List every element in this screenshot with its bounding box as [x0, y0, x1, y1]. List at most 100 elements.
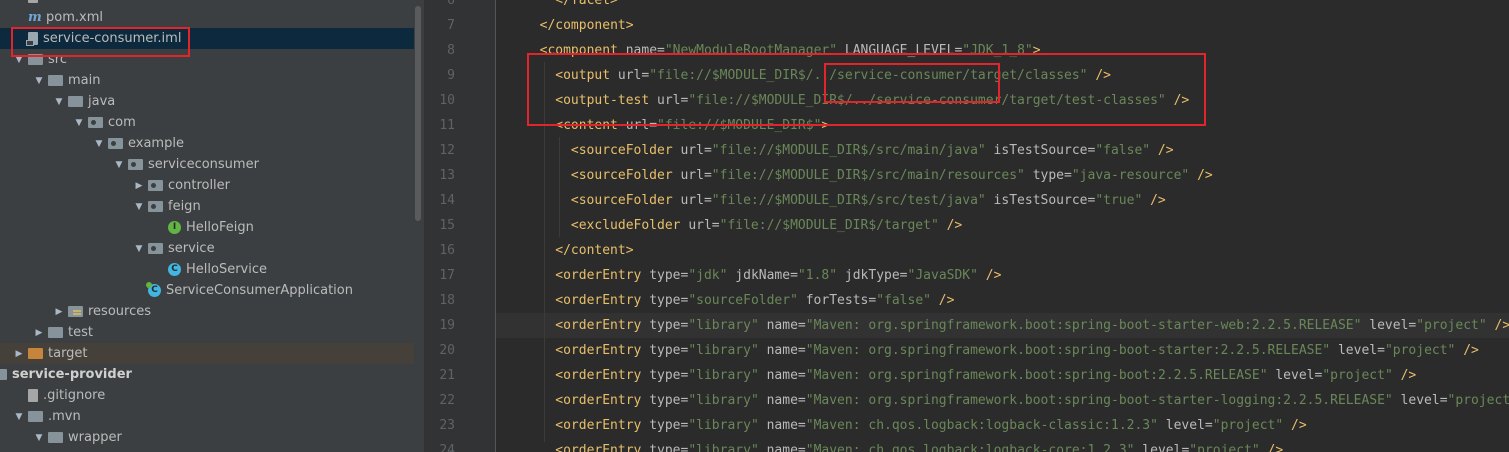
xml-tag-token: /> [1189, 168, 1213, 183]
code-line[interactable]: <output-test url="file://$MODULE_DIR$/..… [496, 88, 1509, 113]
tree-item[interactable]: ▶ test [0, 322, 414, 343]
tree-item[interactable]: ▶CHelloService [0, 259, 414, 280]
expand-arrow-icon[interactable]: ▶ [14, 343, 24, 364]
tree-item[interactable]: ▼ feign [0, 196, 414, 217]
code-line[interactable]: <orderEntry type="library" name="Maven: … [496, 338, 1509, 363]
xml-attribute-token: type= [649, 268, 689, 283]
xml-attribute-token: url= [657, 93, 689, 108]
xml-attribute-token: url= [680, 143, 712, 158]
xml-value-token: "NewModuleRootManager" [664, 43, 838, 58]
xml-tag-token: <output-test [555, 93, 658, 108]
xml-attribute-token: type= [649, 368, 689, 383]
code-line[interactable]: <orderEntry type="library" name="Maven: … [496, 313, 1509, 338]
project-tree-panel[interactable]: ▶mvnw.cmd▶mpom.xml▶service-consumer.iml▼… [0, 0, 425, 452]
code-line[interactable]: <orderEntry type="library" name="Maven: … [496, 388, 1509, 413]
xml-tag-token: </facet> [555, 0, 618, 8]
xml-tag-token: /> [1455, 343, 1479, 358]
xml-attribute-token: name= [758, 393, 806, 408]
collapse-arrow-icon[interactable]: ▼ [74, 112, 84, 133]
tree-item[interactable]: ▶ target [0, 343, 414, 364]
tree-item[interactable]: ▼ service [0, 238, 414, 259]
tree-item[interactable]: ▼ example [0, 133, 414, 154]
collapse-arrow-icon[interactable]: ▼ [134, 196, 144, 217]
xml-tag-token: /> [1087, 68, 1111, 83]
code-line[interactable]: <sourceFolder url="file://$MODULE_DIR$/s… [496, 138, 1509, 163]
code-editor[interactable]: 6 7 8 9 10 11 12 13 14 15 16 17 18 19 20 21 22 23 24 </fac… [425, 0, 1509, 452]
code-line[interactable]: </component> [496, 13, 1509, 38]
collapse-arrow-icon[interactable]: ▼ [14, 406, 24, 427]
collapse-arrow-icon[interactable]: ▼ [114, 154, 124, 175]
xml-value-token: "JDK_1_8" [962, 43, 1033, 58]
tree-item[interactable]: ▶ resources [0, 301, 414, 322]
xml-value-token: "JavaSDK" [907, 268, 978, 283]
code-line[interactable]: <orderEntry type="jdk" jdkName="1.8" jdk… [496, 263, 1509, 288]
expand-arrow-icon[interactable]: ▶ [54, 301, 64, 322]
xml-attribute-token: jdkType= [837, 268, 908, 283]
code-line[interactable]: <content url="file://$MODULE_DIR$"> [496, 113, 1509, 138]
tree-item[interactable]: ▼ src [0, 49, 414, 70]
tree-item-label: pom.xml [46, 10, 103, 25]
tree-item-label: service [168, 241, 215, 256]
folder-icon [48, 432, 63, 443]
tree-item[interactable]: ▶CServiceConsumerApplication [0, 280, 414, 301]
tree-item[interactable]: ▼ serviceconsumer [0, 154, 414, 175]
scrollbar-thumb[interactable] [415, 6, 421, 221]
tree-item[interactable]: ▼ wrapper [0, 427, 414, 448]
tree-item[interactable]: ▼ com [0, 112, 414, 133]
line-number: 21 [439, 368, 455, 383]
folder-icon [28, 411, 43, 422]
code-line[interactable]: <sourceFolder url="file://$MODULE_DIR$/s… [496, 188, 1509, 213]
line-number: 19 [439, 318, 455, 333]
tree-item[interactable]: ▶mvnw.cmd [0, 0, 414, 7]
xml-value-token: "false" [876, 293, 931, 308]
code-line[interactable]: <orderEntry type="library" name="Maven: … [496, 363, 1509, 388]
project-tree-scrollbar[interactable] [414, 0, 422, 452]
code-line[interactable]: <orderEntry type="library" name="Maven: … [496, 413, 1509, 438]
code-line[interactable]: <sourceFolder url="file://$MODULE_DIR$/s… [496, 163, 1509, 188]
xml-value-token: "file://$MODULE_DIR$/target" [719, 218, 939, 233]
xml-value-token: "library" [688, 318, 759, 333]
xml-attribute-token: type= [649, 318, 689, 333]
xml-tag-token: <orderEntry [555, 318, 650, 333]
tree-item[interactable]: ▶IHelloFeign [0, 217, 414, 238]
tree-item[interactable]: ▼ .mvn [0, 406, 414, 427]
xml-attribute-token: name= [758, 318, 806, 333]
xml-attribute-token: level= [1330, 343, 1385, 358]
xml-value-token: "file://$MODULE_DIR$/../service-consumer… [649, 68, 1088, 83]
xml-tag-token: > [1032, 43, 1041, 58]
collapse-arrow-icon[interactable]: ▼ [34, 70, 44, 91]
expand-arrow-icon[interactable]: ▶ [34, 322, 44, 343]
tree-item[interactable]: ▶mpom.xml [0, 7, 414, 28]
xml-attribute-token: jdkName= [727, 268, 798, 283]
code-line[interactable]: <orderEntry type="sourceFolder" forTests… [496, 288, 1509, 313]
xml-value-token: "true" [1095, 193, 1143, 208]
code-line[interactable]: <output url="file://$MODULE_DIR$/../serv… [496, 63, 1509, 88]
collapse-arrow-icon[interactable]: ▼ [134, 238, 144, 259]
collapse-arrow-icon[interactable]: ▼ [94, 133, 104, 154]
collapse-arrow-icon[interactable]: ▼ [14, 49, 24, 70]
tree-item[interactable]: ▶ controller [0, 175, 414, 196]
code-line[interactable]: <component name="NewModuleRootManager" L… [496, 38, 1509, 63]
expand-arrow-icon[interactable]: ▶ [134, 175, 144, 196]
tree-item[interactable]: service-provider [0, 364, 414, 385]
xml-value-token: "library" [688, 443, 759, 452]
tree-item[interactable]: ▼ main [0, 70, 414, 91]
code-line[interactable]: <orderEntry type="library" name="Maven: … [496, 438, 1509, 452]
line-number-gutter: 6 7 8 9 10 11 12 13 14 15 16 17 18 19 20 21 22 23 24 [425, 0, 495, 452]
collapse-arrow-icon[interactable]: ▼ [34, 427, 44, 448]
tree-item-label: mvnw.cmd [43, 0, 113, 4]
package-icon [148, 243, 163, 254]
code-line[interactable]: </facet> [496, 0, 1509, 13]
code-line[interactable]: </content> [496, 238, 1509, 263]
tree-item-label: .gitignore [43, 388, 106, 403]
code-line[interactable]: <excludeFolder url="file://$MODULE_DIR$/… [496, 213, 1509, 238]
xml-attribute-token: name= [758, 343, 806, 358]
xml-value-token: "library" [688, 343, 759, 358]
tree-item[interactable]: ▶.gitignore [0, 385, 414, 406]
tree-item[interactable]: ▼ java [0, 91, 414, 112]
xml-value-token: "file://$MODULE_DIR$/src/main/java" [711, 143, 986, 158]
source-folder-icon [68, 96, 83, 107]
xml-tag-token: <sourceFolder [570, 168, 681, 183]
tree-item[interactable]: ▶service-consumer.iml [0, 28, 414, 49]
collapse-arrow-icon[interactable]: ▼ [54, 91, 64, 112]
